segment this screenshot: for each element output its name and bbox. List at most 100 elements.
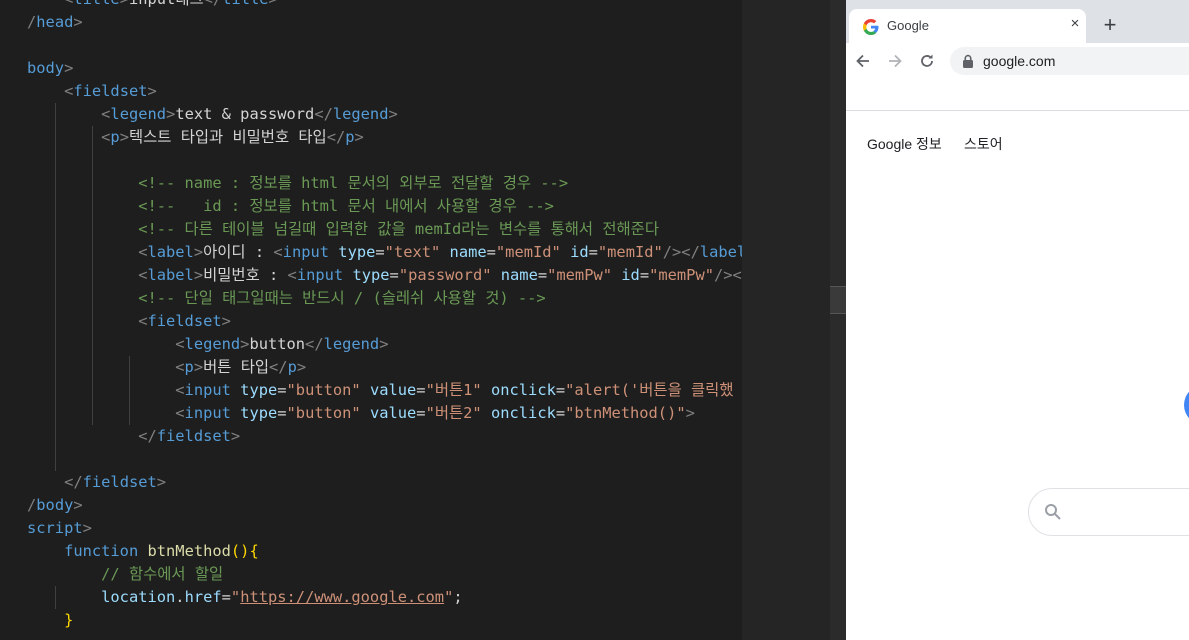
google-store-link[interactable]: 스토어 — [964, 134, 1003, 154]
google-logo-partial — [1184, 385, 1189, 425]
code-token: > — [193, 266, 204, 284]
code-token: id — [570, 243, 589, 261]
code-token: value — [369, 404, 417, 422]
code-token: type — [352, 266, 390, 284]
code-line: </fieldset> — [27, 425, 240, 448]
lock-icon[interactable] — [962, 54, 974, 68]
code-token: script — [27, 519, 83, 537]
code-token: } — [64, 611, 74, 629]
code-editor[interactable]: <title>input태그</title>/head>body> <field… — [0, 0, 742, 640]
code-token: label — [147, 243, 194, 261]
scrollbar-thumb[interactable] — [830, 286, 846, 314]
code-token: name — [449, 243, 487, 261]
code-token: </ — [204, 0, 223, 8]
code-line: <!-- id : 정보를 html 문서 내에서 사용할 경우 --> — [27, 195, 554, 218]
code-token: " — [444, 588, 454, 606]
code-line: /head> — [27, 11, 83, 34]
code-token: id — [621, 266, 640, 284]
code-token: < — [175, 404, 185, 422]
code-token: > — [230, 427, 241, 445]
code-line: <legend>button</legend> — [27, 333, 388, 356]
code-token: </ — [64, 473, 83, 491]
code-token: < — [175, 381, 185, 399]
code-line: <!-- name : 정보를 html 문서의 외부로 전달할 경우 --> — [27, 172, 568, 195]
google-search-input[interactable] — [1028, 488, 1189, 536]
code-token: = — [416, 381, 426, 399]
code-token: < — [175, 358, 185, 376]
code-token: <!-- 다른 테이블 넘길때 입력한 값을 memId라는 변수를 통해서 전… — [138, 220, 659, 238]
code-token: legend — [332, 105, 389, 123]
new-tab-button[interactable]: + — [1100, 13, 1120, 37]
code-line: <p>버튼 타입</p> — [27, 356, 306, 379]
code-token: > — [193, 243, 204, 261]
code-token: </ — [326, 128, 346, 146]
tab-close-icon[interactable]: × — [1067, 14, 1083, 34]
code-line: function btnMethod(){ — [27, 540, 259, 563]
code-token: = — [389, 266, 399, 284]
code-token: />< — [713, 266, 742, 284]
code-token: = — [588, 243, 598, 261]
code-token: 아이디 : — [203, 243, 274, 261]
forward-arrow-icon[interactable] — [885, 51, 905, 71]
code-token: = — [277, 381, 287, 399]
code-token: = — [486, 243, 496, 261]
code-token: <!-- name : 정보를 html 문서의 외부로 전달할 경우 --> — [138, 174, 569, 192]
code-line: <p>텍스트 타입과 비밀번호 타입</p> — [27, 126, 364, 149]
google-about-link[interactable]: Google 정보 — [867, 134, 942, 154]
code-token: 비밀번호 : — [203, 266, 288, 284]
code-line: <label>아이디 : <input type="text" name="me… — [27, 241, 742, 264]
browser-window: Google × + google.com Google 정보 스토어 — [846, 0, 1189, 640]
code-token: > — [73, 496, 83, 514]
page-divider — [846, 110, 1189, 111]
tab-google[interactable]: Google × — [849, 9, 1086, 43]
code-token: > — [73, 13, 83, 31]
code-token: text & password — [175, 105, 315, 123]
back-arrow-icon[interactable] — [853, 51, 873, 71]
code-token: ; — [453, 588, 463, 606]
code-line: <input type="button" value="버튼2" onclick… — [27, 402, 695, 425]
code-token: </ — [269, 358, 288, 376]
search-icon — [1045, 504, 1061, 520]
code-token: = — [416, 404, 426, 422]
code-token: title — [73, 0, 119, 8]
code-line: } — [27, 609, 73, 632]
code-token: <!-- id : 정보를 html 문서 내에서 사용할 경우 --> — [138, 197, 554, 215]
code-token: p — [184, 358, 194, 376]
code-token: > — [193, 358, 204, 376]
code-token: p — [345, 128, 355, 146]
code-line: // 함수에서 할일 — [27, 563, 223, 586]
url-text[interactable]: google.com — [983, 53, 1055, 69]
code-token: <!-- 단일 태그일때는 반드시 / (슬레쉬 사용할 것) --> — [138, 289, 546, 307]
code-token: 텍스트 타입과 비밀번호 타입 — [128, 128, 327, 146]
code-token: > — [388, 105, 398, 123]
code-token: / — [27, 496, 37, 514]
code-token: head — [36, 13, 74, 31]
code-token: = — [537, 266, 548, 284]
code-line: /body> — [27, 494, 83, 517]
google-favicon-icon — [863, 19, 879, 35]
editor-scrollbar[interactable] — [830, 0, 846, 640]
code-token: button — [249, 335, 306, 353]
code-token: fieldset — [156, 427, 231, 445]
address-bar[interactable]: google.com — [950, 47, 1189, 75]
code-token: location — [101, 588, 176, 606]
code-token: fieldset — [82, 473, 157, 491]
reload-icon[interactable] — [917, 51, 937, 71]
code-token: "btnMethod()" — [565, 404, 686, 422]
code-token: "alert('버튼을 클릭했 — [565, 381, 734, 399]
code-token: fieldset — [147, 312, 222, 330]
code-line: body> — [27, 57, 73, 80]
